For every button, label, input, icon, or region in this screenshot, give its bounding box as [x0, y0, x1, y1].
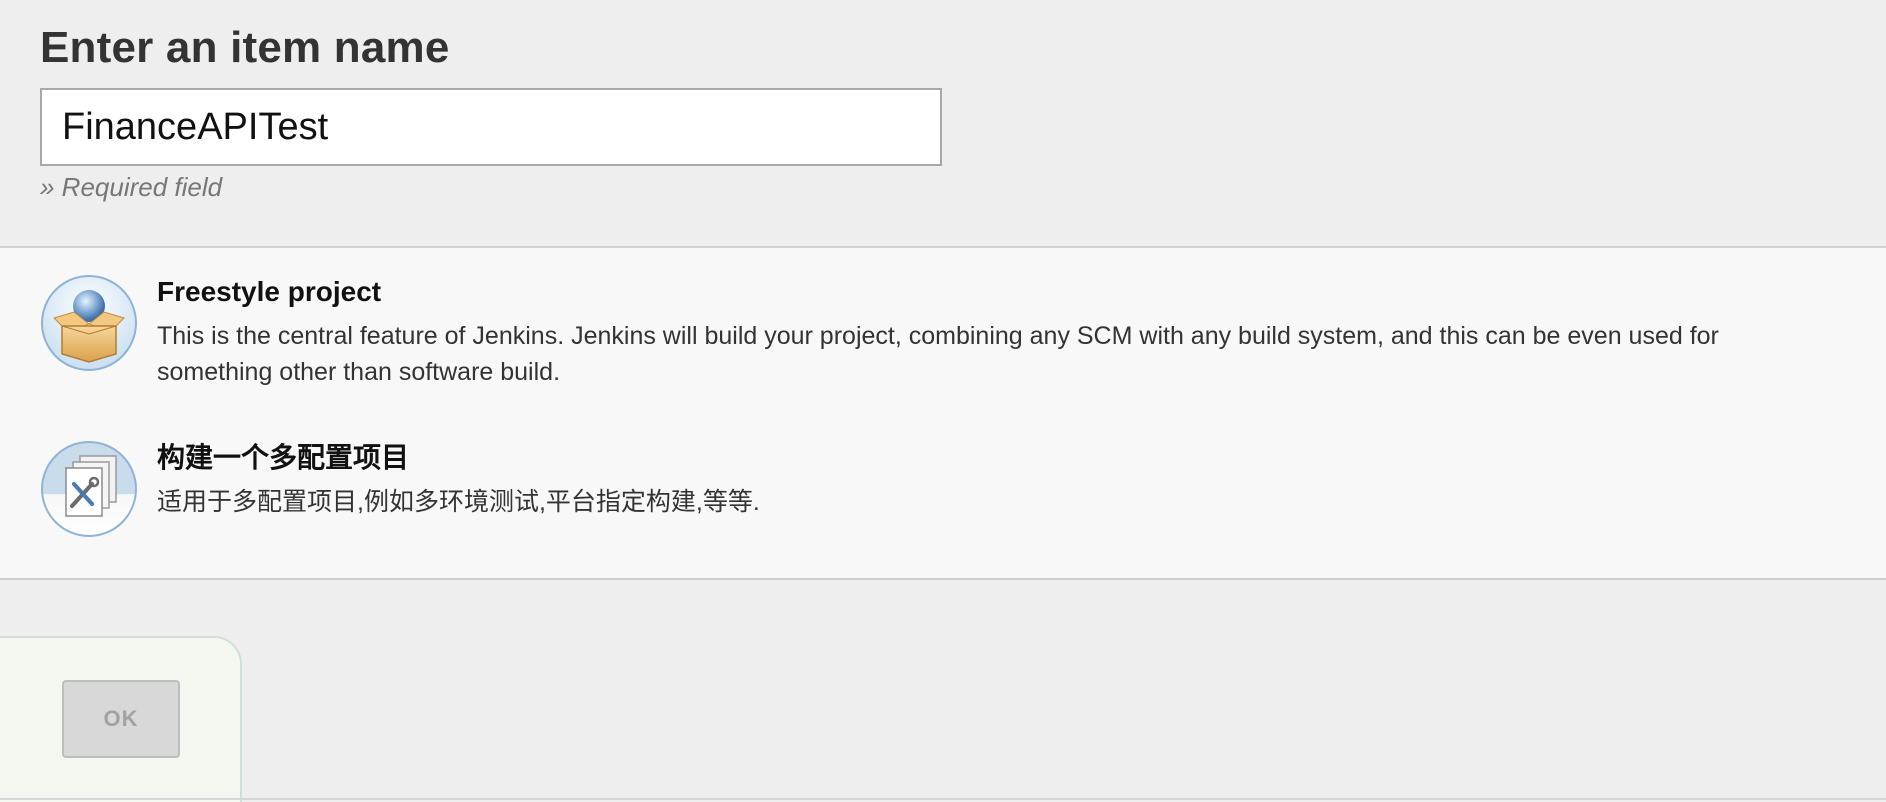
- item-type-label: Freestyle project: [157, 276, 382, 307]
- ok-button[interactable]: OK: [62, 680, 180, 758]
- item-type-list: Freestyle project This is the central fe…: [0, 246, 1886, 580]
- ok-button-container: OK: [0, 636, 242, 802]
- item-type-label: 构建一个多配置项目: [157, 442, 410, 473]
- item-type-description: 适用于多配置项目,例如多环境测试,平台指定构建,等等.: [157, 488, 760, 516]
- freestyle-project-icon: [41, 275, 137, 371]
- new-item-page: Enter an item name » Required field: [0, 0, 1886, 802]
- divider: [0, 798, 1886, 800]
- multi-configuration-project-icon: [41, 441, 137, 537]
- item-type-description: This is the central feature of Jenkins. …: [157, 322, 1719, 386]
- page-title: Enter an item name: [40, 23, 450, 72]
- item-name-input[interactable]: [40, 88, 942, 166]
- item-name-section: Enter an item name » Required field: [40, 20, 1040, 203]
- required-field-hint: » Required field: [40, 172, 223, 202]
